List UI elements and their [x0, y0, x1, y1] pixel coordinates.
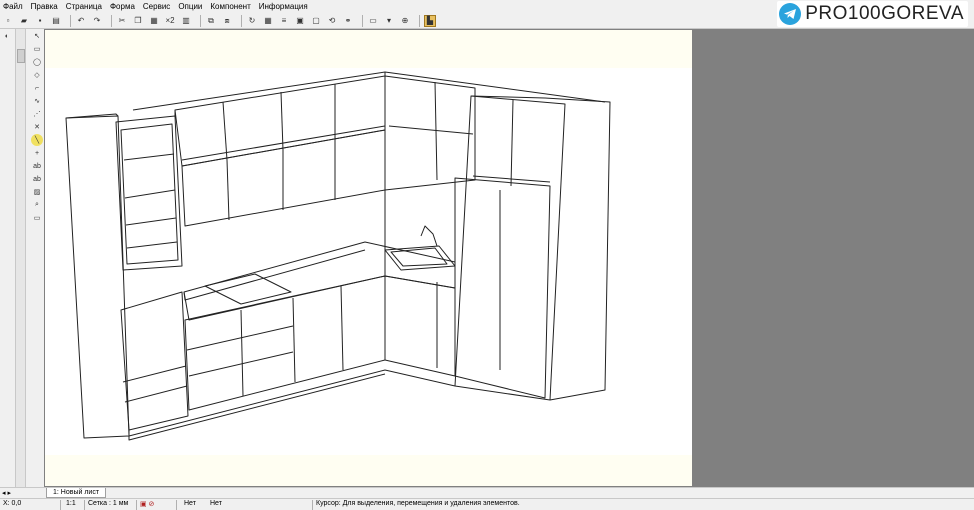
group-icon[interactable]: ⧉ — [205, 15, 217, 27]
new-file-icon[interactable]: ▫ — [2, 15, 14, 27]
status-none-1: Нет — [184, 500, 196, 507]
cross-tool-icon[interactable]: ✕ — [31, 121, 43, 133]
toolbar-separator — [200, 14, 201, 27]
bezier-tool-icon[interactable]: ∿ — [31, 95, 43, 107]
status-coord: X: 0,0 — [3, 500, 22, 507]
menu-shape[interactable]: Форма — [110, 2, 135, 11]
corner-base-cabinets — [384, 275, 456, 377]
vertical-scrollbar[interactable] — [15, 29, 26, 487]
brand-text: PRO100GOREVA — [805, 3, 964, 24]
menu-edit[interactable]: Правка — [31, 2, 58, 11]
rotate-icon[interactable]: ⟲ — [326, 15, 338, 27]
toolbar-separator — [419, 14, 420, 27]
duplicate-icon[interactable]: ×2 — [164, 15, 176, 27]
status-divider — [176, 500, 177, 510]
text-tool-icon[interactable]: ab — [31, 160, 43, 172]
left-toolbar-column-1: ◐ — [0, 29, 14, 487]
left-tall-cabinet — [65, 115, 130, 439]
tab-sheet-1[interactable]: 1: Новый лист — [46, 488, 107, 498]
fill-tool-icon[interactable]: ◇ — [31, 69, 43, 81]
rectangle-tool-icon[interactable]: ▭ — [31, 43, 43, 55]
print-icon[interactable]: ▤ — [50, 15, 62, 27]
front-icon[interactable]: ▣ — [294, 15, 306, 27]
fridge-block — [454, 177, 551, 399]
ungroup-icon[interactable]: ⧈ — [221, 15, 233, 27]
polyline-tool-icon[interactable]: ⌐ — [31, 82, 43, 94]
grid-icon[interactable]: ▦ — [262, 15, 274, 27]
snap-icon[interactable]: ▣ ⊘ — [140, 500, 154, 508]
base-cabinets — [184, 275, 386, 411]
menu-info[interactable]: Информация — [259, 2, 308, 11]
brand-badge: PRO100GOREVA — [777, 1, 968, 27]
open-folder-icon[interactable]: ▰ — [18, 15, 30, 27]
left-toolbar: ◐ ↖ ▭ ◯ ◇ ⌐ ∿ ⋰ ✕ ╲ + ab ab ▨ ⌕ ▭ — [0, 29, 44, 487]
back-icon[interactable]: ▢ — [310, 15, 322, 27]
scrollbar-thumb[interactable] — [17, 49, 25, 63]
page-icon[interactable]: ▭ — [367, 15, 379, 27]
cut-icon[interactable]: ✂ — [116, 15, 128, 27]
drawing-tools: ↖ ▭ ◯ ◇ ⌐ ∿ ⋰ ✕ ╲ + ab ab ▨ ⌕ ▭ — [30, 29, 44, 487]
toolbar-separator — [362, 14, 363, 27]
plus-tool-icon[interactable]: + — [31, 147, 43, 159]
delete-icon[interactable]: ▥ — [180, 15, 192, 27]
align-icon[interactable]: ≡ — [278, 15, 290, 27]
status-divider — [60, 500, 61, 510]
image-tool-icon[interactable]: ▨ — [31, 186, 43, 198]
status-bar: X: 0,0 1:1 Сетка : 1 мм ▣ ⊘ Нет Нет Курс… — [0, 498, 974, 510]
save-icon[interactable]: ▪ — [34, 15, 46, 27]
drawing-sheet[interactable] — [45, 30, 692, 486]
menu-page[interactable]: Страница — [66, 2, 102, 11]
text-frame-tool-icon[interactable]: ab — [31, 173, 43, 185]
status-divider — [136, 500, 137, 510]
status-grid: Сетка : 1 мм — [88, 500, 129, 507]
menu-service[interactable]: Сервис — [143, 2, 170, 11]
sheet-tabs: ◂ ▸ 1: Новый лист — [0, 487, 974, 498]
upper-wall-cabinets — [174, 75, 386, 167]
telegram-icon — [779, 3, 802, 25]
menu-options[interactable]: Опции — [178, 2, 202, 11]
binoculars-icon[interactable]: ⚭ — [342, 15, 354, 27]
zoom-icon[interactable]: ⊕ — [399, 15, 411, 27]
toolbar-separator — [241, 14, 242, 27]
frame-tool-icon[interactable]: ▭ — [31, 212, 43, 224]
magnifier-icon[interactable]: ⌕ — [31, 199, 43, 211]
ellipse-tool-icon[interactable]: ◯ — [31, 56, 43, 68]
status-scale: 1:1 — [66, 500, 76, 507]
redo-icon[interactable]: ↷ — [91, 15, 103, 27]
refresh-icon[interactable]: ↻ — [246, 15, 258, 27]
menu-file[interactable]: Файл — [3, 2, 23, 11]
status-none-2: Нет — [210, 500, 222, 507]
undo-icon[interactable]: ↶ — [75, 15, 87, 27]
kitchen-drawing[interactable] — [45, 30, 692, 486]
line-tool-icon[interactable]: ╲ — [31, 134, 43, 146]
component-library-icon[interactable]: ▙ — [424, 14, 436, 27]
canvas-area[interactable] — [44, 29, 974, 487]
node-tool-icon[interactable]: ⋰ — [31, 108, 43, 120]
status-divider — [84, 500, 85, 510]
arrow-pointer-icon[interactable]: ↖ — [31, 30, 43, 42]
status-divider — [312, 500, 313, 510]
toolbar-separator — [70, 14, 71, 27]
paste-icon[interactable]: ▦ — [148, 15, 160, 27]
layers-icon[interactable]: ◐ — [1, 30, 13, 42]
copy-icon[interactable]: ❐ — [132, 15, 144, 27]
chevron-down-icon[interactable]: ▾ — [383, 15, 395, 27]
menu-component[interactable]: Компонент — [210, 2, 250, 11]
status-cursor: Курсор: Для выделения, перемещения и уда… — [316, 500, 520, 507]
tab-nav-arrows[interactable]: ◂ ▸ — [2, 489, 11, 497]
toolbar-separator — [111, 14, 112, 27]
left-base-cabinet — [120, 291, 189, 431]
